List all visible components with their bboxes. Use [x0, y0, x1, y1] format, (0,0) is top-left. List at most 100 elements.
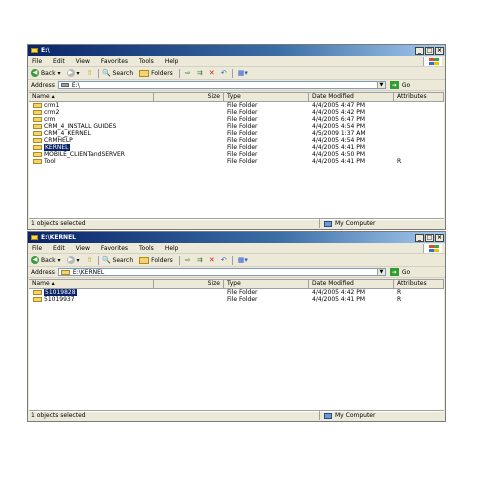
file-date: 4/4/2005 4:54 PM — [312, 123, 366, 130]
menu-file[interactable]: File — [32, 245, 42, 252]
column-type[interactable]: Type — [224, 93, 309, 101]
file-attributes — [394, 109, 444, 116]
file-name: CRM_4_INSTALL GUIDES — [44, 123, 117, 130]
menu-view[interactable]: View — [76, 58, 90, 65]
menu-favorites[interactable]: Favorites — [101, 245, 128, 252]
copy-to-icon[interactable]: ⇉ — [196, 256, 204, 264]
file-list[interactable]: Name ▴ Size Type Date Modified Attribute… — [29, 279, 444, 412]
windows-logo-icon — [423, 244, 442, 253]
up-folder-icon[interactable]: ⇧ — [86, 69, 94, 77]
move-to-icon[interactable]: ⇨ — [184, 69, 192, 77]
title-bar[interactable]: E:\ _ □ × — [28, 45, 445, 56]
table-row[interactable]: crm1 File Folder 4/4/2005 4:47 PM — [29, 102, 444, 109]
table-row[interactable]: Tool File Folder 4/4/2005 4:41 PM R — [29, 158, 444, 165]
file-size — [154, 130, 224, 137]
undo-icon[interactable]: ↶ — [220, 69, 228, 77]
menu-help[interactable]: Help — [165, 58, 179, 65]
column-name[interactable]: Name ▴ — [29, 280, 154, 288]
column-date[interactable]: Date Modified — [309, 280, 394, 288]
undo-icon[interactable]: ↶ — [220, 256, 228, 264]
toolbar: ◀ Back ▾ ▶ ▾ ⇧ 🔍 Search Folders ⇨ ⇉ ✕ ↶ ▦… — [28, 254, 445, 267]
up-folder-icon[interactable]: ⇧ — [86, 256, 94, 264]
file-date: 4/4/2005 6:47 PM — [312, 116, 366, 123]
table-row[interactable]: crm File Folder 4/4/2005 6:47 PM — [29, 116, 444, 123]
explorer-window-e-root: E:\ _ □ × File Edit View Favorites Tools… — [27, 44, 446, 230]
table-row[interactable]: 51019937 File Folder 4/4/2005 4:41 PM R — [29, 296, 444, 303]
file-type: File Folder — [227, 130, 258, 137]
folder-icon — [33, 290, 42, 295]
go-button[interactable]: ➜ Go — [389, 81, 410, 89]
copy-to-icon[interactable]: ⇉ — [196, 69, 204, 77]
maximize-button[interactable]: □ — [425, 46, 434, 55]
menu-favorites[interactable]: Favorites — [101, 58, 128, 65]
table-row[interactable]: CRMHELP File Folder 4/4/2005 4:54 PM — [29, 137, 444, 144]
column-name[interactable]: Name ▴ — [29, 93, 154, 101]
table-row[interactable]: KERNEL File Folder 4/4/2005 4:41 PM — [29, 144, 444, 151]
file-type: File Folder — [227, 116, 258, 123]
close-button[interactable]: × — [435, 46, 444, 55]
file-name: CRM_4_KERNEL — [44, 130, 91, 137]
column-type[interactable]: Type — [224, 280, 309, 288]
views-icon[interactable]: ▦▾ — [237, 69, 249, 77]
back-button[interactable]: ◀ Back ▾ — [31, 256, 61, 264]
drive-icon — [60, 83, 69, 87]
file-size — [154, 296, 224, 303]
search-button[interactable]: 🔍 Search — [102, 256, 133, 264]
file-date: 4/4/2005 4:47 PM — [312, 102, 366, 109]
file-type: File Folder — [227, 158, 258, 165]
chevron-down-icon[interactable]: ▼ — [376, 82, 385, 88]
folder-icon — [33, 145, 42, 150]
file-size — [154, 102, 224, 109]
address-input[interactable]: E:\KERNEL ▼ — [57, 268, 386, 276]
menu-edit[interactable]: Edit — [53, 245, 65, 252]
close-button[interactable]: × — [435, 233, 444, 242]
maximize-button[interactable]: □ — [425, 233, 434, 242]
toolbar-separator — [97, 255, 99, 265]
menu-tools[interactable]: Tools — [139, 245, 154, 252]
column-attributes[interactable]: Attributes — [394, 280, 444, 288]
delete-icon[interactable]: ✕ — [208, 256, 216, 264]
menu-tools[interactable]: Tools — [139, 58, 154, 65]
column-date[interactable]: Date Modified — [309, 93, 394, 101]
computer-icon — [324, 220, 332, 227]
forward-button[interactable]: ▶ ▾ — [66, 69, 80, 77]
column-attributes[interactable]: Attributes — [394, 93, 444, 101]
file-type: File Folder — [227, 144, 258, 151]
delete-icon[interactable]: ✕ — [208, 69, 216, 77]
table-row[interactable]: 51019828 File Folder 4/4/2005 4:42 PM R — [29, 289, 444, 296]
search-button[interactable]: 🔍 Search — [102, 68, 133, 77]
address-input[interactable]: E:\ ▼ — [57, 81, 386, 89]
file-date: 4/4/2005 4:42 PM — [312, 289, 366, 296]
column-size[interactable]: Size — [154, 280, 224, 288]
chevron-down-icon[interactable]: ▼ — [376, 269, 385, 275]
back-button[interactable]: ◀ Back ▾ — [31, 69, 61, 77]
file-attributes: R — [397, 158, 402, 165]
folder-icon — [33, 159, 42, 164]
table-row[interactable]: MOBILE_CLIENTandSERVER File Folder 4/4/200… — [29, 151, 444, 158]
file-date: 4/4/2005 4:41 PM — [312, 158, 366, 165]
minimize-button[interactable]: _ — [415, 233, 424, 242]
menu-view[interactable]: View — [76, 245, 90, 252]
file-list[interactable]: Name ▴ Size Type Date Modified Attribute… — [29, 92, 444, 220]
file-size — [154, 137, 224, 144]
file-name-cell: CRM_4_KERNEL — [29, 130, 154, 137]
go-button[interactable]: ➜ Go — [389, 268, 410, 276]
forward-button[interactable]: ▶ ▾ — [66, 256, 80, 264]
search-icon: 🔍 — [102, 68, 111, 77]
folder-icon — [33, 138, 42, 143]
status-bar: 1 objects selected My Computer — [29, 218, 444, 228]
file-size — [154, 158, 224, 165]
column-size[interactable]: Size — [154, 93, 224, 101]
table-row[interactable]: CRM_4_INSTALL GUIDES File Folder 4/4/2005 … — [29, 123, 444, 130]
menu-help[interactable]: Help — [165, 245, 179, 252]
menu-edit[interactable]: Edit — [53, 58, 65, 65]
views-icon[interactable]: ▦▾ — [237, 256, 249, 264]
menu-file[interactable]: File — [32, 58, 42, 65]
move-to-icon[interactable]: ⇨ — [184, 256, 192, 264]
folders-button[interactable]: Folders — [139, 256, 173, 264]
table-row[interactable]: CRM_4_KERNEL File Folder 4/5/2009 1:37 AM — [29, 130, 444, 137]
minimize-button[interactable]: _ — [415, 46, 424, 55]
title-bar[interactable]: E:\KERNEL _ □ × — [28, 232, 445, 243]
table-row[interactable]: crm2 File Folder 4/4/2005 4:42 PM — [29, 109, 444, 116]
folders-button[interactable]: Folders — [139, 69, 173, 77]
